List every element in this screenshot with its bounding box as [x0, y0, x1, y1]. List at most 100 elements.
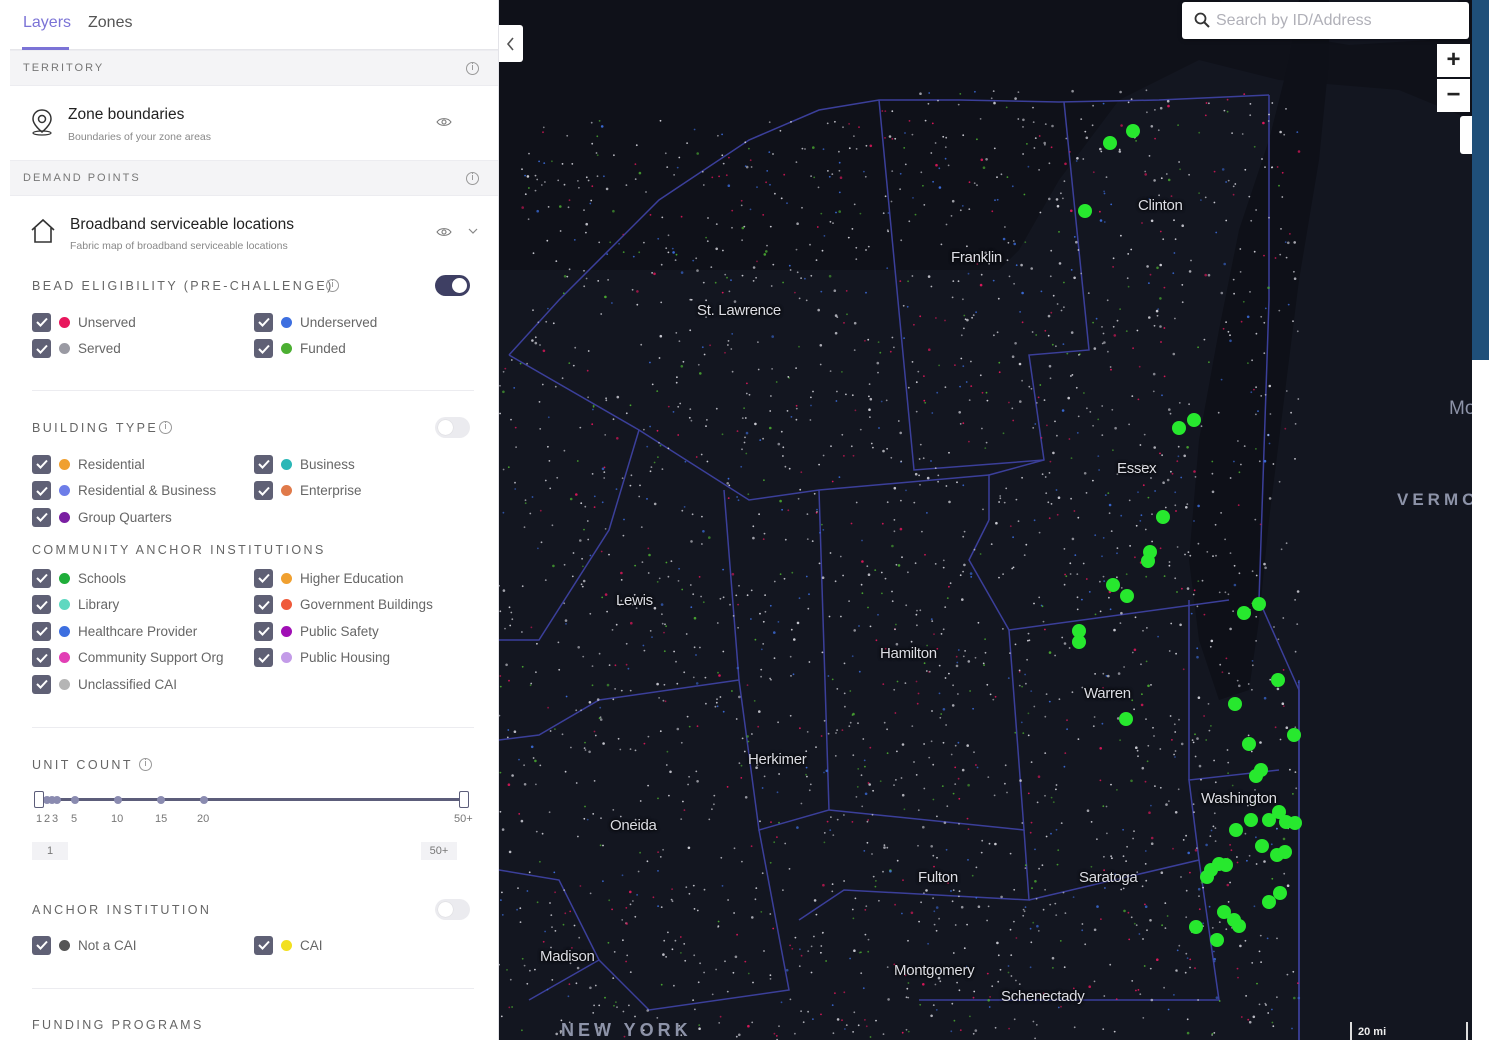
- info-icon[interactable]: i: [139, 758, 152, 771]
- filter-label: Residential & Business: [78, 483, 217, 498]
- filter-label: Funded: [300, 341, 346, 356]
- county-label: Warren: [1084, 685, 1131, 702]
- filter-item[interactable]: Higher Education: [254, 568, 404, 588]
- filter-item[interactable]: Enterprise: [254, 481, 362, 501]
- filter-item[interactable]: Government Buildings: [254, 595, 433, 615]
- checkbox[interactable]: [32, 568, 51, 588]
- checkbox[interactable]: [32, 621, 51, 641]
- bead-eligibility-title: BEAD ELIGIBILITY (PRE-CHALLENGE): [32, 279, 334, 293]
- county-label: Schenectady: [1001, 988, 1085, 1005]
- right-panel-edge: [1472, 0, 1489, 1040]
- filter-item[interactable]: Library: [32, 595, 119, 615]
- anchor-institution-toggle[interactable]: [435, 899, 470, 920]
- filter-label: Not a CAI: [78, 937, 137, 953]
- layer-title: Broadband serviceable locations: [70, 216, 295, 233]
- checkbox[interactable]: [254, 935, 273, 955]
- legend-dot: [281, 485, 292, 496]
- filter-item[interactable]: Not a CAI: [32, 935, 137, 955]
- filter-item[interactable]: Residential: [32, 454, 145, 474]
- unit-count-min-input[interactable]: 1: [32, 842, 68, 860]
- collapse-sidebar-button[interactable]: [499, 25, 523, 62]
- unit-count-max-input[interactable]: 50+: [421, 842, 457, 860]
- check-icon: [257, 317, 270, 327]
- zoom-in-button[interactable]: +: [1437, 44, 1470, 77]
- legend-dot: [59, 572, 70, 584]
- checkbox[interactable]: [32, 339, 51, 358]
- filter-item[interactable]: Public Safety: [254, 621, 379, 641]
- filter-item[interactable]: Unclassified CAI: [32, 674, 177, 694]
- filter-item[interactable]: Underserved: [254, 312, 377, 332]
- checkbox[interactable]: [32, 507, 51, 527]
- filter-item[interactable]: CAI: [254, 935, 323, 955]
- chevron-down-icon[interactable]: [468, 228, 478, 235]
- filter-item[interactable]: Served: [32, 339, 121, 359]
- filter-item[interactable]: Community Support Org: [32, 648, 224, 668]
- check-icon: [257, 459, 270, 469]
- slider-tick: 50+: [454, 813, 473, 825]
- checkbox[interactable]: [254, 312, 273, 332]
- filter-item[interactable]: Public Housing: [254, 648, 390, 668]
- info-icon[interactable]: i: [466, 62, 479, 75]
- filter-item[interactable]: Business: [254, 454, 355, 474]
- filter-item[interactable]: Funded: [254, 339, 346, 359]
- eye-icon[interactable]: [436, 227, 452, 237]
- map-search-box[interactable]: Search by ID/Address: [1182, 2, 1469, 39]
- slider-tick: 3: [52, 813, 59, 825]
- filter-label: Community Support Org: [78, 650, 224, 665]
- slider-tick: 2: [44, 813, 51, 825]
- check-icon: [257, 486, 270, 496]
- zoom-out-button[interactable]: −: [1437, 79, 1470, 112]
- unit-count-max-handle[interactable]: [459, 791, 469, 808]
- filter-item[interactable]: Healthcare Provider: [32, 621, 197, 641]
- checkbox[interactable]: [254, 339, 273, 358]
- info-icon[interactable]: i: [466, 172, 479, 185]
- tab-layers[interactable]: Layers: [23, 14, 71, 32]
- checkbox[interactable]: [254, 621, 273, 641]
- legend-dot: [281, 343, 292, 354]
- building-type-toggle[interactable]: [435, 417, 470, 438]
- legend-dot: [281, 572, 292, 584]
- checkbox[interactable]: [254, 568, 273, 588]
- eye-icon[interactable]: [436, 117, 452, 127]
- check-icon: [257, 653, 270, 663]
- checkbox[interactable]: [254, 648, 273, 667]
- layer-broadband[interactable]: Broadband serviceable locations Fabric m…: [10, 198, 498, 268]
- checkbox[interactable]: [32, 648, 51, 667]
- city-label: Mo: [1449, 398, 1472, 419]
- map-canvas[interactable]: Clinton Franklin St. Lawrence Essex Lewi…: [499, 0, 1472, 1040]
- bead-eligibility-toggle[interactable]: [435, 275, 470, 296]
- slider-tick: 10: [111, 813, 124, 825]
- checkbox[interactable]: [254, 595, 273, 614]
- check-icon: [35, 317, 48, 327]
- check-icon: [257, 940, 270, 950]
- info-icon[interactable]: i: [326, 279, 339, 292]
- checkbox[interactable]: [254, 481, 273, 500]
- unit-count-min-handle[interactable]: [34, 791, 44, 808]
- unit-count-slider-track[interactable]: [38, 798, 466, 801]
- expand-right-panel-button[interactable]: [1460, 116, 1472, 154]
- tab-zones[interactable]: Zones: [88, 14, 132, 32]
- section-demand-points[interactable]: DEMAND POINTS i: [10, 160, 498, 196]
- checkbox[interactable]: [32, 312, 51, 332]
- layer-zone-boundaries[interactable]: Zone boundaries Boundaries of your zone …: [10, 88, 498, 158]
- filter-item[interactable]: Schools: [32, 568, 126, 588]
- check-icon: [35, 600, 48, 610]
- filter-item[interactable]: Group Quarters: [32, 507, 172, 527]
- checkbox[interactable]: [32, 454, 51, 474]
- section-territory[interactable]: TERRITORY i: [10, 50, 498, 86]
- info-icon[interactable]: i: [159, 421, 172, 434]
- divider: [32, 727, 474, 728]
- county-label: Herkimer: [748, 751, 807, 768]
- checkbox[interactable]: [254, 454, 273, 474]
- state-label: NEW YORK: [561, 1020, 692, 1040]
- filter-item[interactable]: Residential & Business: [32, 481, 216, 501]
- layers-sidebar: Layers Zones TERRITORY i Zone boundaries…: [0, 0, 499, 1040]
- checkbox[interactable]: [32, 935, 51, 955]
- checkbox[interactable]: [32, 595, 51, 614]
- checkbox[interactable]: [32, 674, 51, 694]
- filter-label: Schools: [78, 570, 127, 586]
- filter-item[interactable]: Unserved: [32, 312, 136, 332]
- map-layer[interactable]: [499, 0, 1472, 1040]
- legend-dot: [59, 678, 70, 690]
- checkbox[interactable]: [32, 481, 51, 500]
